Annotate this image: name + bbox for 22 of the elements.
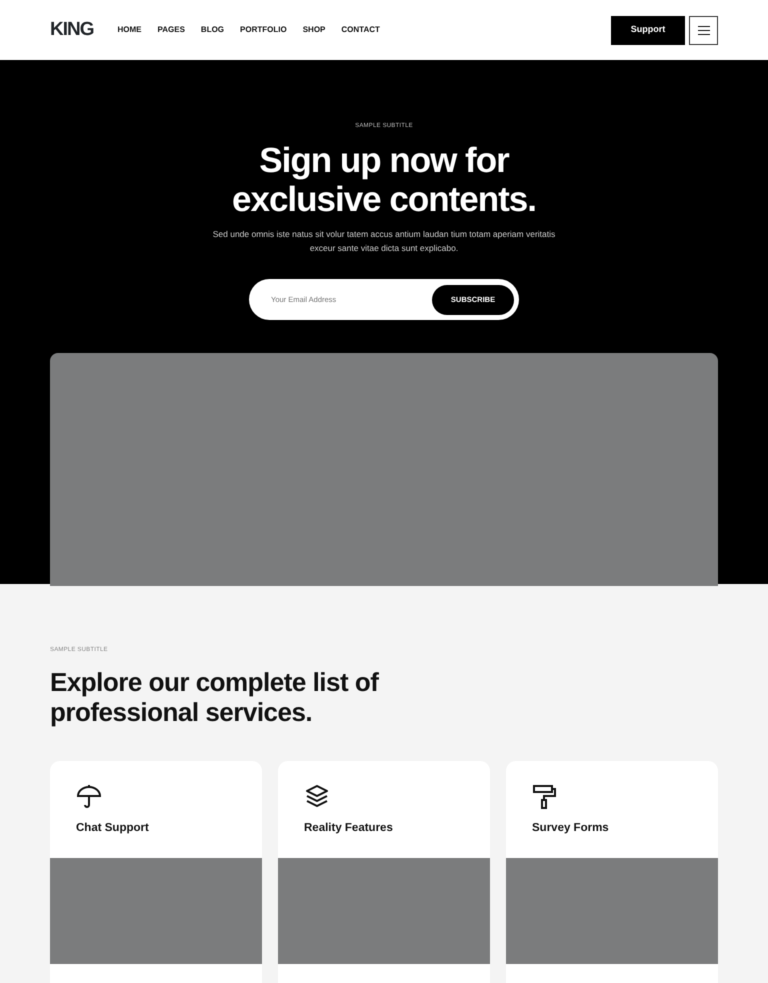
nav-link[interactable]: BLOG xyxy=(200,24,224,36)
menu-icon xyxy=(698,26,710,34)
section-title: Explore our complete list of professional services. xyxy=(50,667,380,727)
service-title: Survey Forms xyxy=(532,821,610,836)
hero-title: Sign up now for exclusive contents. xyxy=(231,141,537,219)
logo[interactable]: KING xyxy=(50,19,94,41)
menu-button[interactable] xyxy=(689,16,718,44)
support-button[interactable]: Support xyxy=(611,16,685,44)
service-title: Chat Support xyxy=(76,821,150,836)
nav-link[interactable]: SHOP xyxy=(302,24,326,36)
nav-link[interactable]: CONTACT xyxy=(341,24,380,36)
service-card[interactable]: Survey Forms xyxy=(506,761,718,983)
paint-roller-icon xyxy=(532,784,558,810)
nav-link[interactable]: PAGES xyxy=(158,24,185,36)
service-card[interactable]: Chat Support xyxy=(50,761,262,983)
layers-icon xyxy=(304,784,330,810)
service-card[interactable]: Reality Features xyxy=(278,761,490,983)
hero-text: Sed unde omnis iste natus sit volur tatem accus antium laudan tium totam aperiam veritatis exceur sante vitae dicta sunt explicabo. xyxy=(212,228,556,255)
nav-link[interactable]: HOME xyxy=(118,24,142,36)
nav-link[interactable]: PORTFOLIO xyxy=(240,24,287,36)
umbrella-icon xyxy=(76,784,102,810)
service-title: Reality Features xyxy=(304,821,394,836)
